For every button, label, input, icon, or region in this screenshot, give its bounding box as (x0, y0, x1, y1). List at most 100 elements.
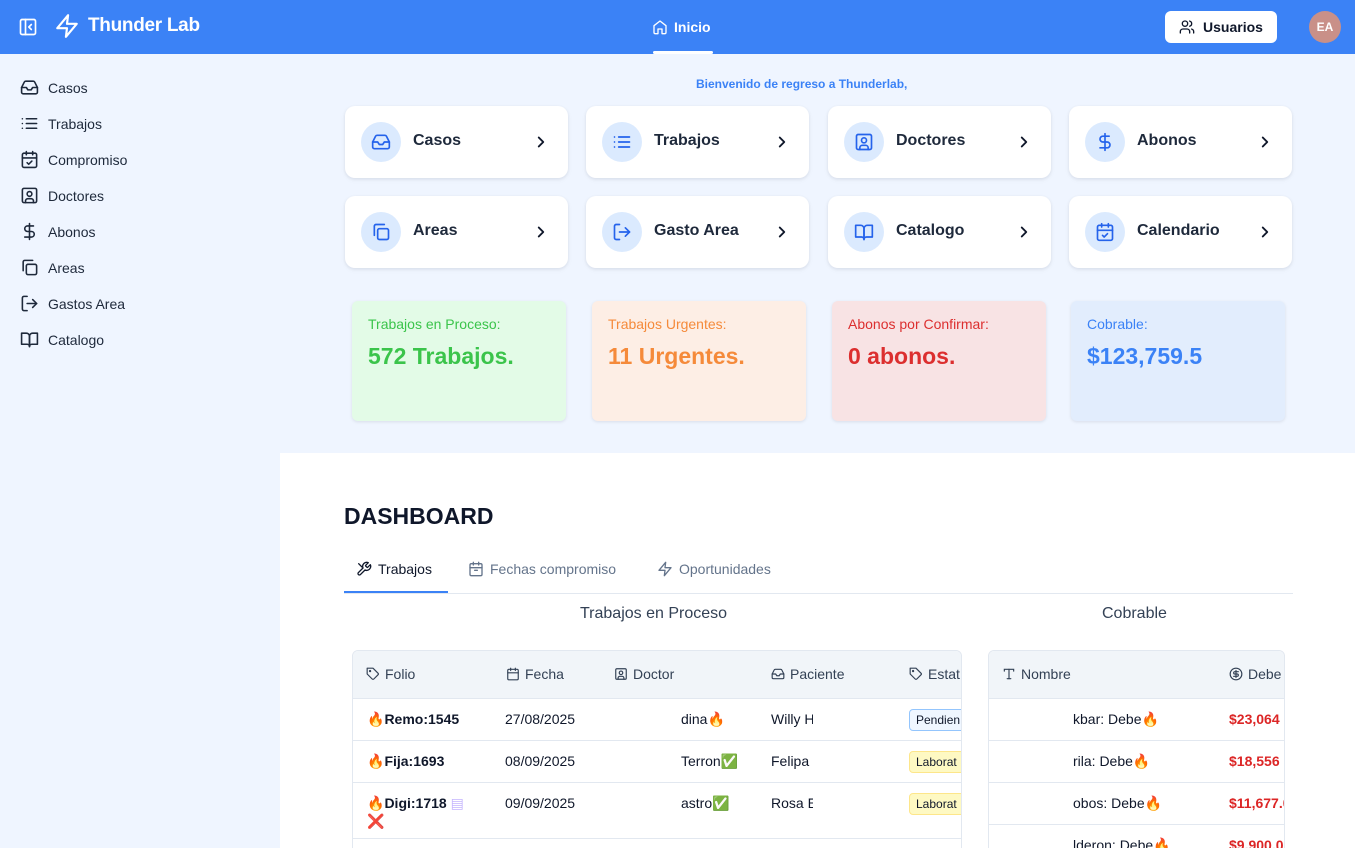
nav-home[interactable]: Inicio (652, 0, 713, 54)
text-icon (1003, 668, 1015, 680)
avatar[interactable]: EA (1309, 11, 1341, 43)
dashboard-title: DASHBOARD (344, 503, 494, 529)
status-badge: Pendien (909, 709, 961, 731)
paciente-cell: Willy H (771, 711, 813, 727)
top-bar: Thunder Lab Inicio Usuarios EA (0, 0, 1355, 54)
table-row[interactable]: rila: Debe🔥 $18,556 (989, 741, 1284, 783)
column-label: Fecha (525, 666, 564, 682)
column-label: Doctor (633, 666, 675, 682)
table-header: Folio Fecha Doctor Paciente Estat (353, 651, 961, 699)
sidebar-item-abonos[interactable]: Abonos (20, 222, 95, 241)
card-icon-wrap (602, 122, 642, 162)
nombre-cell: kbar: Debe🔥 (1073, 711, 1159, 728)
dollar-icon (23, 222, 35, 241)
brand-name[interactable]: Thunder Lab (88, 15, 200, 37)
fire-icon: 🔥 (1153, 837, 1171, 848)
calendar-icon (507, 667, 519, 681)
column-header-doctor[interactable]: Doctor (614, 666, 674, 682)
chevron-right-icon (537, 136, 545, 148)
sidebar-item-label: Gastos Area (48, 295, 126, 312)
fire-icon: 🔥 (1144, 795, 1163, 811)
stat-abonos-confirmar: Abonos por Confirmar: 0 abonos. (832, 301, 1046, 421)
table-row[interactable]: 🔥Digi:1718 ▤ ❌ 09/09/2025 astro✅ Rosa E … (353, 783, 961, 839)
fire-icon: 🔥 (367, 753, 385, 769)
fecha-cell: 27/08/2025 (505, 711, 576, 727)
sidebar-item-label: Areas (48, 259, 85, 276)
nombre-cell: obos: Debe🔥 (1073, 795, 1162, 812)
stat-cobrable: Cobrable: $123,759.5 (1071, 301, 1285, 421)
fecha-cell: 09/09/2025 (505, 795, 576, 811)
sidebar: Casos Trabajos Compromiso Doctores Abono… (0, 54, 280, 848)
table-row[interactable]: obos: Debe🔥 $11,677.0 (989, 783, 1284, 825)
dollar-circle-icon (1229, 667, 1243, 681)
debe-cell: $18,556 (1229, 753, 1280, 769)
card-calendario[interactable]: Calendario (1069, 196, 1292, 268)
card-icon-wrap (844, 122, 884, 162)
sidebar-item-areas[interactable]: Areas (20, 258, 85, 277)
card-doctores[interactable]: Doctores (828, 106, 1051, 178)
stat-value: 11 Urgentes. (608, 343, 745, 369)
sidebar-item-doctores[interactable]: Doctores (20, 186, 104, 205)
users-button[interactable]: Usuarios (1165, 11, 1277, 43)
column-header-estatus[interactable]: Estat (909, 666, 960, 682)
doctor-status-mark: ✅ (712, 795, 730, 811)
card-trabajos[interactable]: Trabajos (586, 106, 809, 178)
stat-label: Trabajos en Proceso: (368, 316, 501, 332)
card-abonos[interactable]: Abonos (1069, 106, 1292, 178)
doctor-cell: astro✅ (681, 795, 730, 812)
table-row[interactable]: kbar: Debe🔥 $23,064 (989, 699, 1284, 741)
sidebar-toggle-icon[interactable] (18, 17, 38, 37)
card-catalogo[interactable]: Catalogo (828, 196, 1051, 268)
folio-cell[interactable]: 🔥Fija:1693 (367, 753, 444, 770)
doctor-status-mark: ✅ (720, 753, 739, 769)
lightning-icon (56, 14, 78, 38)
table-row[interactable]: lderon: Debe🔥 $9,900.0 (989, 825, 1284, 848)
card-areas[interactable]: Areas (345, 196, 568, 268)
card-label: Trabajos (654, 132, 720, 149)
tag-icon (366, 667, 379, 680)
column-header-folio[interactable]: Folio (366, 666, 415, 682)
column-label: Folio (385, 666, 416, 682)
column-header-fecha[interactable]: Fecha (506, 666, 564, 682)
tab-label: Trabajos (378, 561, 432, 577)
sidebar-item-trabajos[interactable]: Trabajos (20, 114, 102, 133)
folio-cell[interactable]: 🔥Digi:1718 ▤ (367, 795, 464, 812)
column-header-nombre[interactable]: Nombre (1002, 666, 1071, 682)
sidebar-item-label: Compromiso (48, 151, 128, 168)
card-gasto-area[interactable]: Gasto Area (586, 196, 809, 268)
user-square-icon (21, 187, 38, 204)
card-icon-wrap (844, 212, 884, 252)
welcome-message: Bienvenido de regreso a Thunderlab, (696, 77, 908, 91)
sidebar-item-gastos-area[interactable]: Gastos Area (20, 294, 125, 313)
table-row[interactable]: 🔥Remo:1545 27/08/2025 dina🔥 Willy H Pend… (353, 699, 961, 741)
card-icon-wrap (602, 212, 642, 252)
tab-trabajos[interactable]: Trabajos (356, 561, 432, 577)
sidebar-item-label: Casos (48, 79, 88, 96)
sidebar-item-casos[interactable]: Casos (20, 78, 88, 97)
debe-cell: $9,900.0 (1229, 837, 1284, 848)
tab-oportunidades[interactable]: Oportunidades (657, 561, 771, 577)
sidebar-item-catalogo[interactable]: Catalogo (20, 330, 104, 349)
column-header-paciente[interactable]: Paciente (771, 666, 844, 682)
chevron-right-icon (1261, 226, 1269, 238)
debe-cell: $11,677.0 (1229, 795, 1285, 811)
inbox-icon (20, 80, 39, 95)
nav-home-label: Inicio (674, 19, 711, 35)
tab-label: Fechas compromiso (490, 561, 617, 577)
fire-icon: 🔥 (1141, 711, 1159, 727)
column-header-debe[interactable]: Debe (1229, 666, 1281, 682)
sidebar-item-label: Trabajos (48, 115, 102, 132)
folio-cell[interactable]: 🔥Remo:1545 (367, 711, 459, 728)
card-icon-wrap (361, 122, 401, 162)
sidebar-item-compromiso[interactable]: Compromiso (20, 150, 127, 169)
card-icon-wrap (1085, 122, 1125, 162)
table-row[interactable]: 🔥Fija:1693 08/09/2025 Terron✅ Felipa Lab… (353, 741, 961, 783)
tab-fechas-compromiso[interactable]: Fechas compromiso (468, 561, 616, 577)
card-casos[interactable]: Casos (345, 106, 568, 178)
nombre-cell: rila: Debe🔥 (1073, 753, 1150, 770)
card-label: Doctores (896, 132, 966, 149)
status-badge: Laborat (909, 793, 961, 815)
calendar-icon (469, 561, 483, 577)
card-label: Casos (413, 132, 462, 149)
lightning-icon (658, 561, 672, 577)
